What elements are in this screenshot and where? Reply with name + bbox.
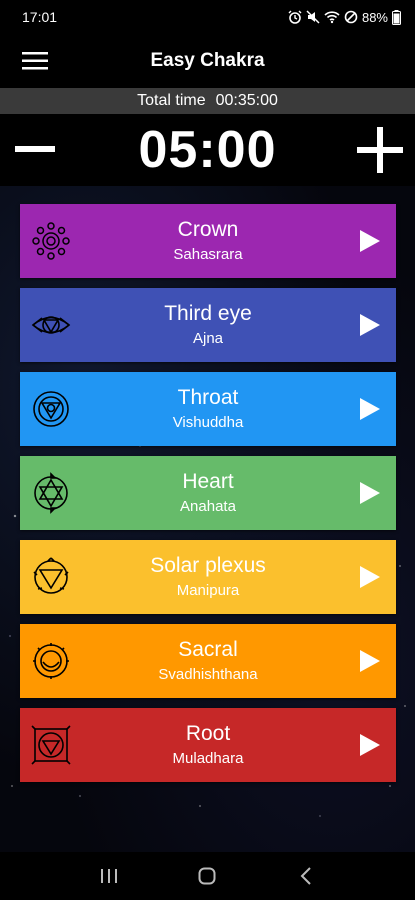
play-button[interactable]: [344, 540, 396, 614]
chakra-sanskrit: Sahasrara: [173, 246, 243, 263]
chakra-card-third-eye[interactable]: Third eye Ajna: [20, 288, 396, 362]
home-icon: [198, 867, 216, 885]
play-button[interactable]: [344, 372, 396, 446]
back-icon: [300, 867, 311, 885]
play-button[interactable]: [344, 708, 396, 782]
chakra-text: Throat Vishuddha: [82, 385, 344, 433]
root-chakra-icon: [20, 708, 82, 782]
chakra-name: Heart: [182, 470, 234, 493]
chakra-sanskrit: Vishuddha: [172, 414, 244, 431]
chakra-sanskrit: Anahata: [180, 498, 236, 515]
play-icon: [360, 734, 380, 756]
mute-icon: [306, 10, 320, 24]
chakra-text: Solar plexus Manipura: [82, 553, 344, 601]
status-icons: 88%: [288, 9, 401, 25]
home-button[interactable]: [182, 852, 232, 900]
chakra-card-root[interactable]: Root Muladhara: [20, 708, 396, 782]
wifi-icon: [324, 11, 340, 24]
chakra-name: Solar plexus: [150, 554, 266, 577]
chakra-list: Crown Sahasrara Third eye Ajna Throat Vi…: [0, 186, 415, 852]
play-icon: [360, 482, 380, 504]
app-bar: Easy Chakra: [0, 34, 415, 88]
crown-chakra-icon: [20, 204, 82, 278]
battery-icon: [392, 9, 401, 25]
minus-icon: [15, 146, 55, 152]
throat-chakra-icon: [20, 372, 82, 446]
chakra-sanskrit: Svadhishthana: [158, 666, 258, 683]
chakra-text: Sacral Svadhishthana: [82, 637, 344, 685]
play-button[interactable]: [344, 288, 396, 362]
chakra-card-throat[interactable]: Throat Vishuddha: [20, 372, 396, 446]
chakra-text: Third eye Ajna: [82, 301, 344, 349]
status-bar: 17:01 88%: [0, 0, 415, 34]
total-time-bar: Total time 00:35:00: [0, 88, 415, 114]
chakra-name: Throat: [177, 386, 239, 409]
chakra-text: Root Muladhara: [82, 721, 344, 769]
chakra-sanskrit: Ajna: [192, 330, 224, 347]
battery-percent: 88%: [361, 9, 388, 25]
system-nav-bar: [0, 852, 415, 900]
sacral-chakra-icon: [20, 624, 82, 698]
increase-time-button[interactable]: [345, 114, 415, 186]
chakra-name: Sacral: [178, 638, 238, 661]
recent-apps-icon: [101, 869, 118, 883]
recent-apps-button[interactable]: [84, 852, 134, 900]
status-time: 17:01: [22, 9, 58, 25]
total-time-label: Total time: [137, 92, 206, 109]
heart-chakra-icon: [20, 456, 82, 530]
play-icon: [360, 566, 380, 588]
session-timer: 05:00: [138, 121, 277, 179]
total-time-value: 00:35:00: [215, 92, 278, 109]
chakra-name: Crown: [177, 218, 239, 241]
chakra-card-sacral[interactable]: Sacral Svadhishthana: [20, 624, 396, 698]
chakra-card-crown[interactable]: Crown Sahasrara: [20, 204, 396, 278]
play-button[interactable]: [344, 204, 396, 278]
menu-button[interactable]: [0, 34, 70, 88]
alarm-icon: [288, 10, 302, 24]
timer-row: 05:00: [0, 114, 415, 186]
play-button[interactable]: [344, 624, 396, 698]
chakra-name: Root: [185, 722, 231, 745]
chakra-text: Heart Anahata: [82, 469, 344, 517]
play-icon: [360, 650, 380, 672]
play-icon: [360, 314, 380, 336]
plus-icon: [357, 127, 403, 173]
hamburger-menu-icon: [22, 52, 48, 70]
play-icon: [360, 230, 380, 252]
chakra-sanskrit: Muladhara: [172, 750, 244, 767]
decrease-time-button[interactable]: [0, 114, 70, 186]
chakra-card-solar-plexus[interactable]: Solar plexus Manipura: [20, 540, 396, 614]
chakra-text: Crown Sahasrara: [82, 217, 344, 265]
third-eye-chakra-icon: [20, 288, 82, 362]
back-button[interactable]: [281, 852, 331, 900]
chakra-card-heart[interactable]: Heart Anahata: [20, 456, 396, 530]
solar-plexus-chakra-icon: [20, 540, 82, 614]
chakra-sanskrit: Manipura: [176, 582, 240, 599]
chakra-name: Third eye: [164, 302, 252, 325]
play-button[interactable]: [344, 456, 396, 530]
play-icon: [360, 398, 380, 420]
dnd-icon: [344, 10, 358, 24]
